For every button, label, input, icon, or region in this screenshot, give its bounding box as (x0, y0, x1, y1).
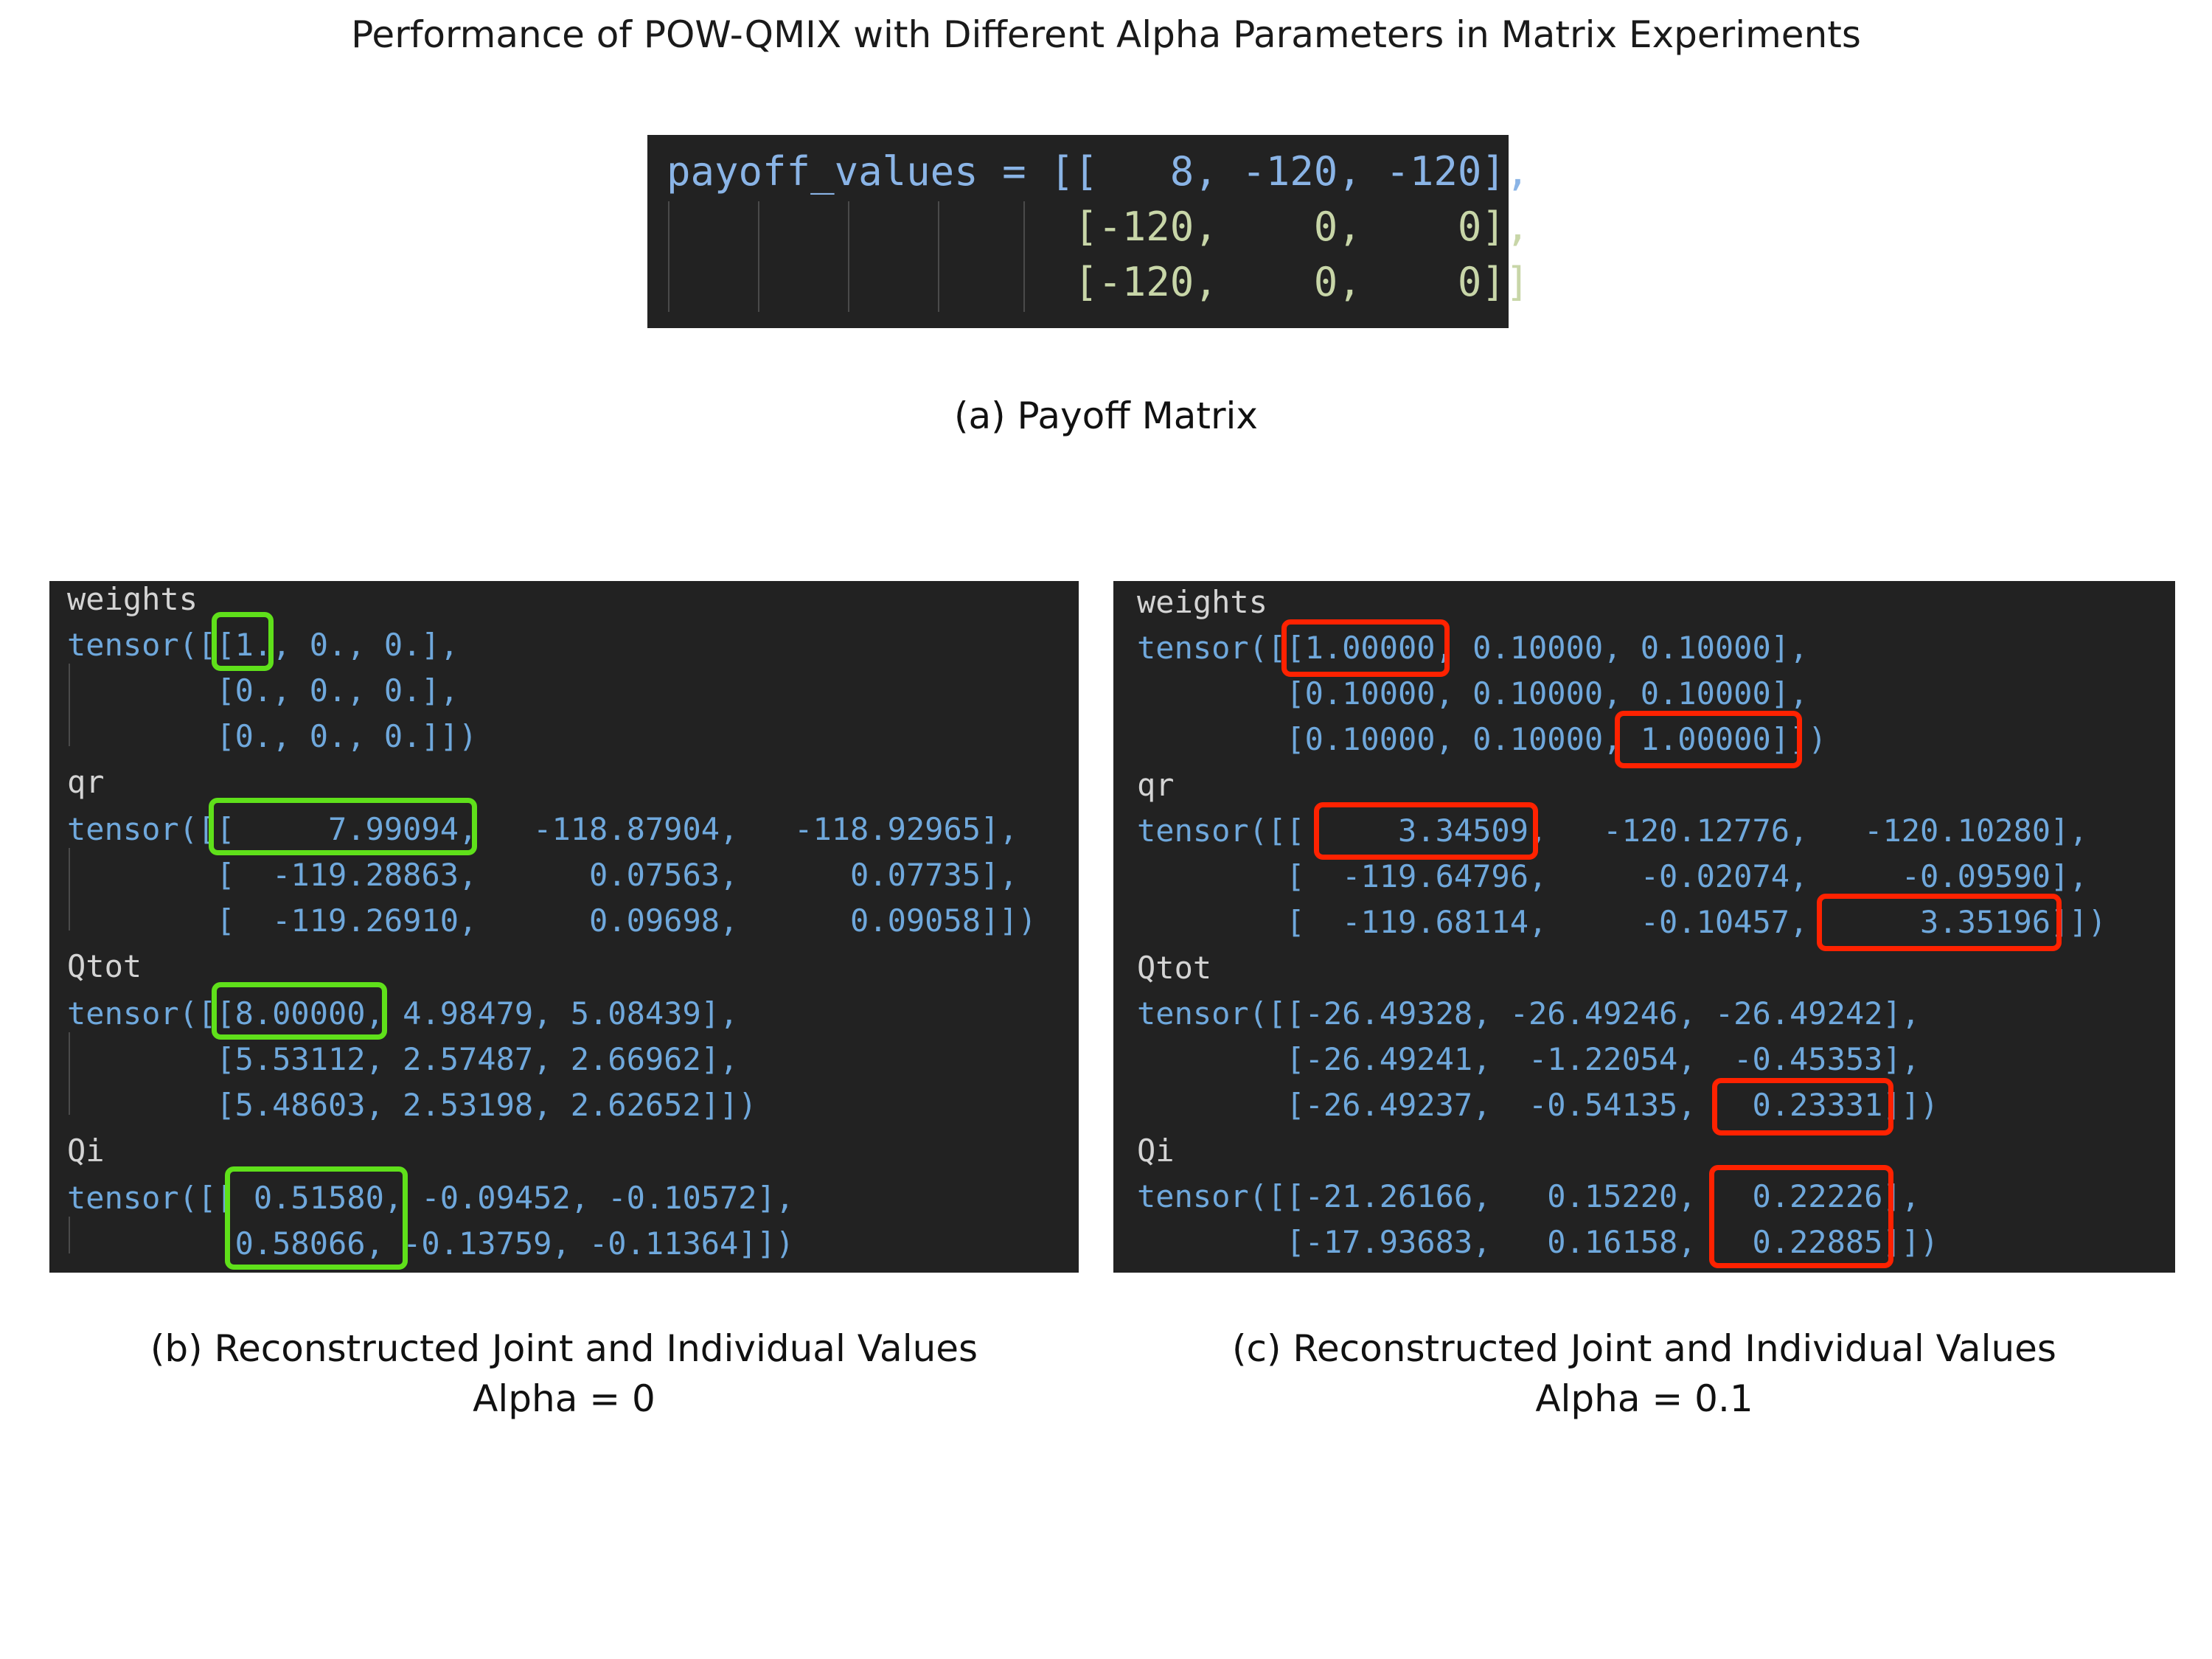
code-line: 0.58066, -0.13759, -0.11364]]) (67, 1225, 795, 1262)
highlight-box (212, 982, 387, 1040)
panel-c-caption-line1: (c) Reconstructed Joint and Individual V… (1232, 1327, 2056, 1370)
payoff-code-block: payoff_values = [[ 8, -120, -120], [-120… (647, 135, 1529, 328)
panel-b-caption-line2: Alpha = 0 (473, 1377, 655, 1420)
code-line: [0., 0., 0.]]) (67, 718, 478, 754)
highlight-box (212, 612, 274, 671)
code-line: [ -119.26910, 0.09698, 0.09058]]) (67, 902, 1037, 939)
panel-b-caption: (b) Reconstructed Joint and Individual V… (49, 1324, 1079, 1424)
panel-a-caption: (a) Payoff Matrix (953, 394, 1259, 437)
payoff-line: payoff_values = [[ 8, -120, -120], (667, 148, 1530, 195)
code-line: Qi (67, 1133, 105, 1169)
panel-c-caption-line2: Alpha = 0.1 (1535, 1377, 1753, 1420)
payoff-line: [-120, 0, 0]] (667, 259, 1530, 305)
code-line: tensor([[ 0.51580, -0.09452, -0.10572], (67, 1180, 795, 1216)
highlight-box (1709, 1165, 1893, 1268)
highlight-box (1314, 802, 1538, 860)
panel-c-caption: (c) Reconstructed Joint and Individual V… (1113, 1324, 2175, 1424)
code-line: [0.10000, 0.10000, 0.10000], (1137, 675, 1809, 712)
highlight-box (1615, 711, 1802, 768)
code-line: [0., 0., 0.], (67, 672, 459, 709)
code-line: weights (1137, 584, 1268, 620)
payoff-line: [-120, 0, 0], (667, 204, 1530, 250)
code-line: Qtot (1137, 950, 1212, 986)
code-line: weights (67, 581, 198, 617)
code-line: [ -119.64796, -0.02074, -0.09590], (1137, 858, 2088, 894)
code-line: [5.48603, 2.53198, 2.62652]]) (67, 1087, 757, 1123)
figure-title: Performance of POW-QMIX with Different A… (351, 13, 1861, 56)
highlight-box (1281, 619, 1450, 677)
code-line: Qtot (67, 948, 142, 984)
code-line: tensor([[1.00000, 0.10000, 0.10000], (1137, 630, 1809, 666)
code-line: tensor([[ 3.34509, -120.12776, -120.1028… (1137, 813, 2088, 849)
highlight-box (209, 798, 477, 855)
code-line: qr (1137, 767, 1175, 803)
code-line: [ -119.28863, 0.07563, 0.07735], (67, 857, 1018, 893)
code-line: tensor([[8.00000, 4.98479, 5.08439], (67, 995, 739, 1032)
highlight-box (225, 1166, 408, 1270)
code-line: tensor([[-26.49328, -26.49246, -26.49242… (1137, 995, 1921, 1032)
highlight-box (1712, 1078, 1893, 1135)
highlight-box (1817, 894, 2062, 951)
code-line: [-26.49241, -1.22054, -0.45353], (1137, 1041, 1921, 1077)
panel-b-caption-line1: (b) Reconstructed Joint and Individual V… (150, 1327, 978, 1370)
code-line: qr (67, 764, 105, 800)
code-line: Qi (1137, 1133, 1175, 1169)
panel-b-code-block: weights tensor([[1., 0., 0.], [0., 0., 0… (49, 581, 1079, 1273)
code-line: [5.53112, 2.57487, 2.66962], (67, 1041, 739, 1077)
